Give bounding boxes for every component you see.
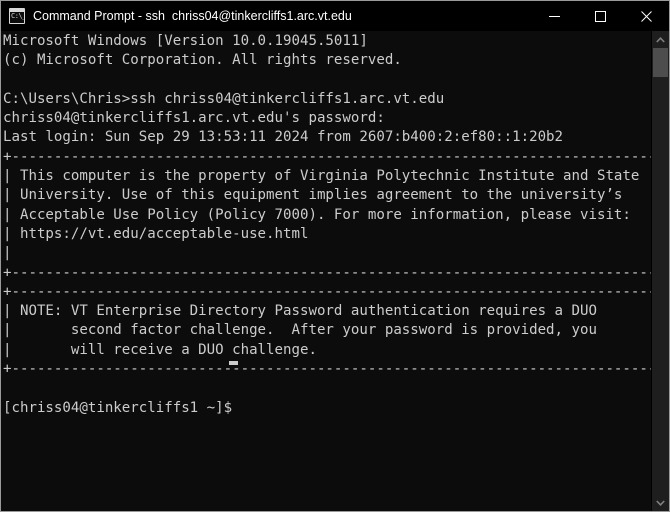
window-controls (531, 1, 669, 31)
scroll-down-button[interactable] (652, 494, 669, 511)
console-app-icon: C:\_ (9, 8, 25, 24)
chevron-up-icon (656, 36, 665, 43)
command-prompt-window: C:\_ Command Prompt - ssh chriss04@tinke… (0, 0, 670, 512)
scrollbar-thumb[interactable] (653, 48, 668, 77)
chevron-down-icon (656, 499, 665, 506)
maximize-icon (594, 10, 606, 22)
scroll-up-button[interactable] (652, 31, 669, 48)
scrollbar-track[interactable] (652, 48, 669, 494)
close-button[interactable] (623, 1, 669, 31)
minimize-icon (548, 15, 560, 17)
terminal-screen[interactable]: Microsoft Windows [Version 10.0.19045.50… (1, 31, 651, 511)
console-icon-prompt-glyph: C:\_ (11, 12, 25, 20)
title-bar[interactable]: C:\_ Command Prompt - ssh chriss04@tinke… (1, 1, 669, 31)
terminal-scrollbar[interactable] (651, 31, 669, 511)
close-icon (640, 10, 652, 22)
terminal-cursor (229, 361, 238, 365)
maximize-button[interactable] (577, 1, 623, 31)
window-title: Command Prompt - ssh chriss04@tinkerclif… (33, 9, 352, 23)
terminal-area: Microsoft Windows [Version 10.0.19045.50… (1, 31, 669, 511)
minimize-button[interactable] (531, 1, 577, 31)
terminal-output-text: Microsoft Windows [Version 10.0.19045.50… (3, 33, 651, 416)
